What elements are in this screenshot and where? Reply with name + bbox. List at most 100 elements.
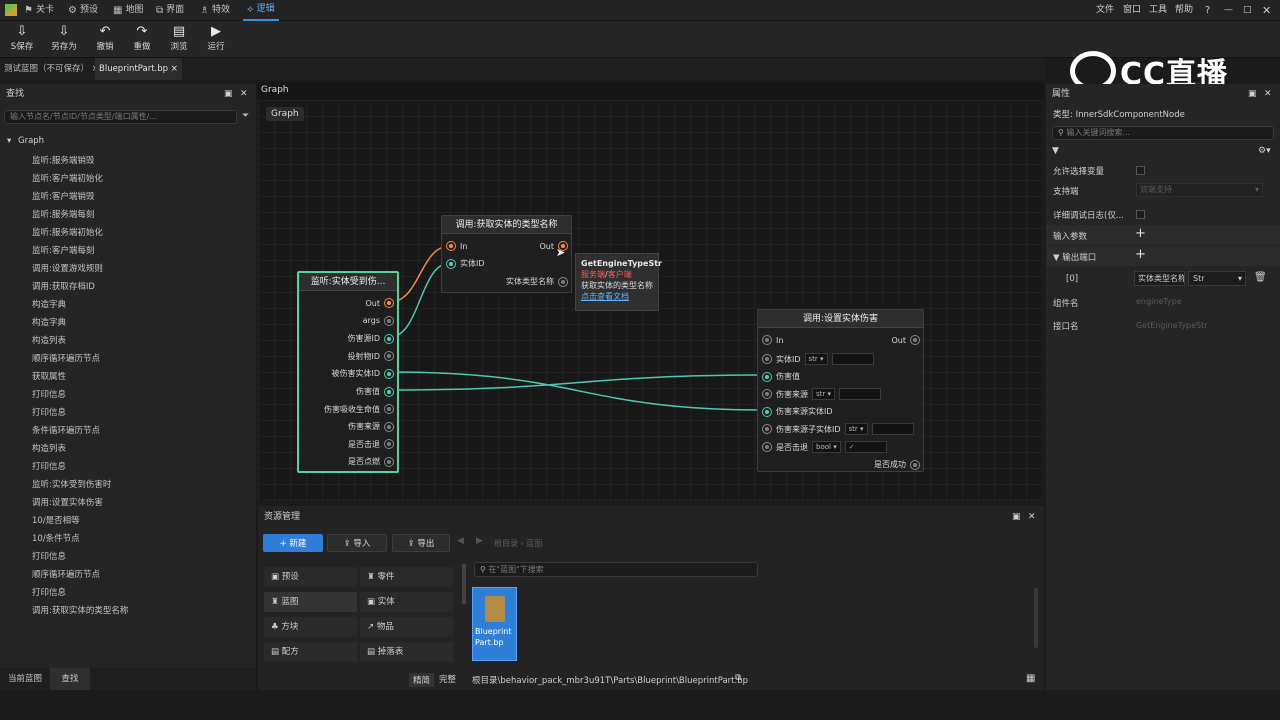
node-output-port[interactable]: args bbox=[363, 315, 394, 326]
debug-log-checkbox[interactable] bbox=[1136, 210, 1145, 219]
node-output-port[interactable]: 被伤害实体ID bbox=[331, 368, 394, 379]
allow-variable-checkbox[interactable] bbox=[1136, 166, 1145, 175]
new-button[interactable]: + 新建 bbox=[263, 534, 323, 552]
data-pin-icon[interactable] bbox=[762, 424, 772, 434]
asset-panel-header: 资源管理 ▣ ✕ bbox=[258, 506, 1044, 528]
data-pin-icon[interactable] bbox=[910, 459, 920, 470]
exec-pin-icon[interactable] bbox=[384, 298, 394, 308]
port-source[interactable]: 伤害来源 str ▾ bbox=[762, 388, 882, 400]
node-get-entity-type[interactable]: 调用:获取实体的类型名称 In 实体ID Out 实体类型名称 bbox=[441, 215, 572, 293]
mode-full[interactable]: 完整 bbox=[439, 673, 456, 685]
category-blueprint[interactable]: ♜ 蓝图 bbox=[264, 592, 357, 612]
export-button[interactable]: ⇪ 导出 bbox=[392, 534, 450, 552]
data-pin-icon[interactable] bbox=[384, 439, 394, 450]
node-output-port[interactable]: 是否击退 bbox=[348, 439, 394, 450]
data-pin-icon[interactable] bbox=[384, 404, 394, 415]
port-damage[interactable]: 伤害值 bbox=[762, 371, 800, 382]
asset-search-input[interactable]: ⚲ 在"蓝图"下搜索 bbox=[474, 562, 758, 577]
close-panel-icon[interactable]: ✕ bbox=[1264, 84, 1272, 104]
category-entity[interactable]: ▣ 实体 bbox=[360, 592, 453, 612]
port-in[interactable]: In bbox=[762, 335, 783, 345]
port-knockback[interactable]: 是否击退 bool ▾ ✓ bbox=[762, 441, 887, 453]
data-pin-icon[interactable] bbox=[558, 276, 568, 287]
scrollbar[interactable] bbox=[1034, 588, 1038, 648]
data-pin-icon[interactable] bbox=[384, 386, 394, 397]
data-pin-icon[interactable] bbox=[384, 333, 394, 344]
node-set-damage[interactable]: 调用:设置实体伤害 In Out 实体ID str ▾ 伤害值 伤害来源 str ▾… bbox=[757, 309, 924, 472]
source-entity-wire bbox=[389, 371, 766, 411]
support-select[interactable]: 双端支持 ▾ bbox=[1136, 183, 1263, 197]
exec-pin-icon[interactable] bbox=[762, 335, 772, 345]
close-panel-icon[interactable]: ✕ bbox=[1028, 506, 1036, 528]
category-preset[interactable]: ▣ 预设 bbox=[264, 567, 357, 587]
port-source-entity[interactable]: 伤害来源实体ID bbox=[762, 406, 833, 417]
doc-link[interactable]: 点击查看文档 bbox=[581, 291, 653, 302]
node-output-port[interactable]: 投射物ID bbox=[347, 351, 394, 362]
add-input-icon[interactable]: + bbox=[1135, 226, 1146, 241]
add-output-icon[interactable]: + bbox=[1135, 247, 1146, 262]
type-select[interactable]: bool ▾ bbox=[812, 441, 841, 453]
data-pin-icon[interactable] bbox=[384, 315, 394, 326]
data-pin-icon[interactable] bbox=[384, 456, 394, 467]
preset-icon: ▣ bbox=[271, 572, 282, 582]
output-type-select[interactable]: Str ▾ bbox=[1188, 271, 1246, 286]
data-pin-icon[interactable] bbox=[762, 442, 772, 452]
port-type-name[interactable]: 实体类型名称 bbox=[506, 276, 568, 287]
properties-search-input[interactable]: ⚲ 输入关键词搜索... bbox=[1052, 126, 1274, 140]
file-blueprint[interactable]: BlueprintPart.bp bbox=[472, 587, 517, 661]
settings-icon[interactable]: ⚙▾ bbox=[1258, 146, 1271, 156]
back-icon[interactable]: ◀ bbox=[457, 536, 464, 546]
value-input[interactable] bbox=[871, 423, 914, 435]
float-panel-icon[interactable]: ▣ bbox=[1012, 506, 1021, 528]
output-ports-label[interactable]: ▼ 输出端口 bbox=[1053, 251, 1096, 263]
type-select[interactable]: str ▾ bbox=[804, 353, 828, 365]
port-child-entity[interactable]: 伤害来源子实体ID str ▾ bbox=[762, 423, 914, 435]
category-block[interactable]: ♣ 方块 bbox=[264, 617, 357, 637]
data-pin-icon[interactable] bbox=[384, 421, 394, 432]
data-pin-icon[interactable] bbox=[762, 406, 772, 417]
data-pin-icon[interactable] bbox=[384, 351, 394, 362]
port-success[interactable]: 是否成功 bbox=[874, 459, 920, 470]
grid-view-icon[interactable]: ▦ bbox=[1026, 673, 1035, 684]
data-pin-icon[interactable] bbox=[446, 258, 456, 269]
category-recipe[interactable]: ▤ 配方 bbox=[264, 642, 357, 662]
copy-path-icon[interactable]: ⧉ bbox=[735, 673, 741, 683]
node-listen-damage[interactable]: 监听:实体受到伤... Out args 伤害源ID 投射物ID 被伤害实体ID 伤害值伤… bbox=[297, 271, 399, 473]
node-output-port[interactable]: Out bbox=[365, 298, 394, 308]
scrollbar[interactable] bbox=[462, 564, 466, 604]
node-output-port[interactable]: 伤害吸收生命值 bbox=[324, 404, 394, 415]
output-name-input[interactable]: 实体类型名称 bbox=[1134, 271, 1185, 286]
expand-icon[interactable]: ▼ bbox=[1053, 253, 1060, 263]
port-entity-id[interactable]: 实体ID str ▾ bbox=[762, 353, 874, 365]
type-select[interactable]: str ▾ bbox=[844, 423, 868, 435]
category-part[interactable]: ♜ 零件 bbox=[360, 567, 453, 587]
mode-simple[interactable]: 精简 bbox=[409, 673, 435, 687]
forward-icon[interactable]: ▶ bbox=[476, 536, 483, 546]
item-icon: ↗ bbox=[367, 622, 377, 632]
port-out[interactable]: Out bbox=[891, 335, 920, 345]
category-loot-table[interactable]: ▤ 掉落表 bbox=[360, 642, 453, 662]
node-output-port[interactable]: 伤害值 bbox=[356, 386, 394, 397]
float-panel-icon[interactable]: ▣ bbox=[1248, 84, 1257, 104]
node-output-port[interactable]: 伤害源ID bbox=[347, 333, 394, 344]
value-input[interactable] bbox=[839, 388, 882, 400]
checkbox[interactable]: ✓ bbox=[844, 441, 887, 453]
data-pin-icon[interactable] bbox=[762, 389, 772, 399]
exec-pin-icon[interactable] bbox=[446, 241, 456, 251]
type-select[interactable]: str ▾ bbox=[812, 388, 836, 400]
data-pin-icon[interactable] bbox=[762, 371, 772, 382]
value-input[interactable] bbox=[831, 353, 874, 365]
data-pin-icon[interactable] bbox=[384, 368, 394, 379]
exec-pin-icon[interactable] bbox=[910, 335, 920, 345]
collapse-icon[interactable]: ▼ bbox=[1052, 146, 1059, 156]
port-entity-id[interactable]: 实体ID bbox=[446, 258, 485, 269]
category-item[interactable]: ↗ 物品 bbox=[360, 617, 453, 637]
import-button[interactable]: ⇪ 导入 bbox=[327, 534, 387, 552]
support-label: 支持端 bbox=[1053, 187, 1079, 197]
node-output-port[interactable]: 是否点燃 bbox=[348, 456, 394, 467]
node-output-port[interactable]: 伤害来源 bbox=[348, 421, 394, 432]
port-in[interactable]: In bbox=[446, 241, 467, 251]
delete-icon[interactable]: 🗑 bbox=[1254, 272, 1267, 283]
loot-table-icon: ▤ bbox=[367, 647, 378, 657]
data-pin-icon[interactable] bbox=[762, 354, 772, 364]
